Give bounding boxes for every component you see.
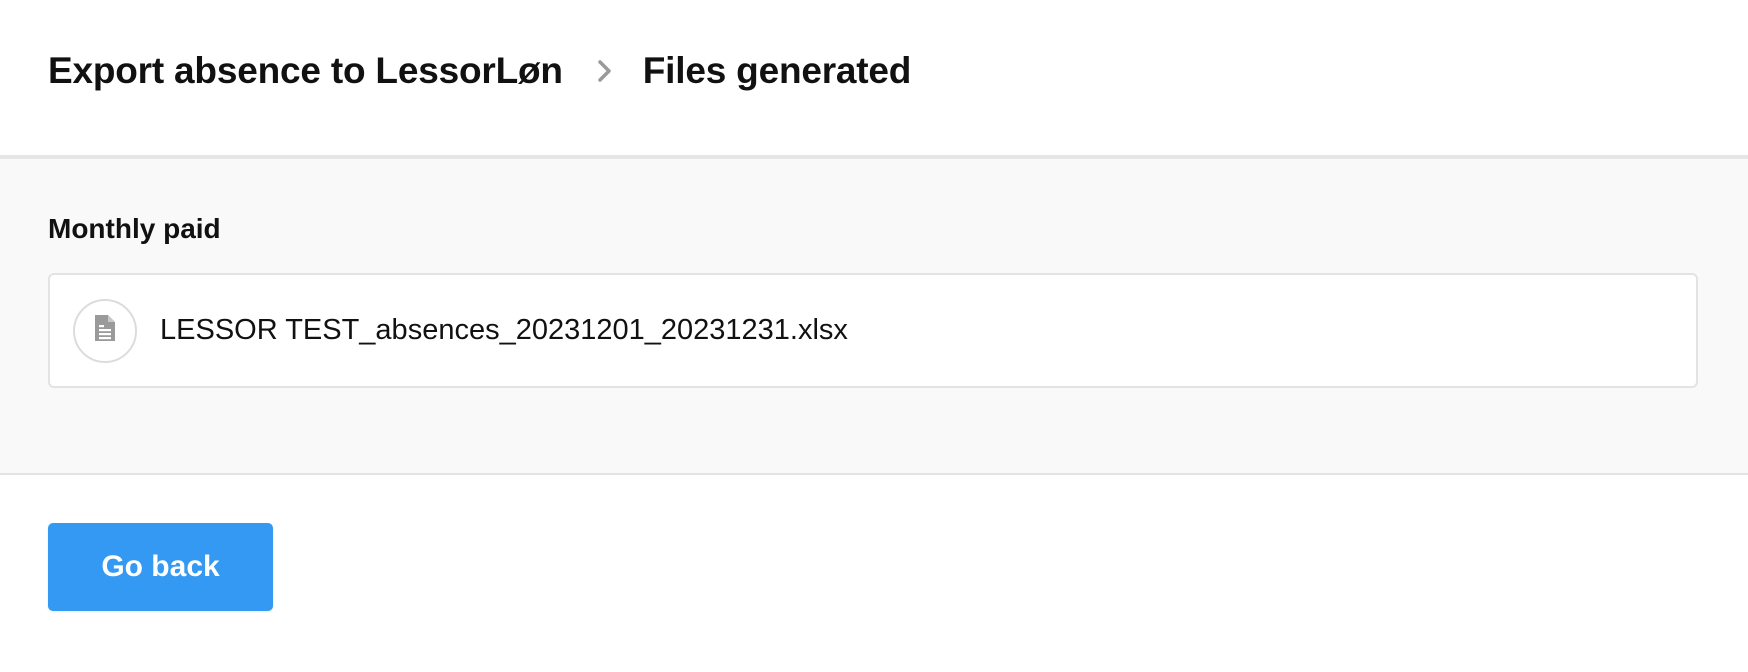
page-footer: Go back	[0, 475, 1748, 672]
files-section: Monthly paid LESSOR TEST_absences_202312…	[0, 159, 1748, 475]
page-title: Files generated	[642, 50, 912, 91]
chevron-right-icon	[585, 59, 625, 83]
breadcrumb: Export absence to LessorLøn Files genera…	[48, 50, 911, 92]
breadcrumb-parent[interactable]: Export absence to LessorLøn	[48, 50, 563, 92]
section-title-monthly-paid: Monthly paid	[48, 213, 221, 244]
file-icon-wrapper	[73, 298, 137, 363]
go-back-button[interactable]: Go back	[48, 523, 273, 611]
file-download-card[interactable]: LESSOR TEST_absences_20231201_20231231.x…	[48, 273, 1698, 388]
document-icon	[93, 314, 117, 347]
file-name: LESSOR TEST_absences_20231201_20231231.x…	[160, 314, 848, 346]
page-header: Export absence to LessorLøn Files genera…	[0, 0, 1748, 159]
